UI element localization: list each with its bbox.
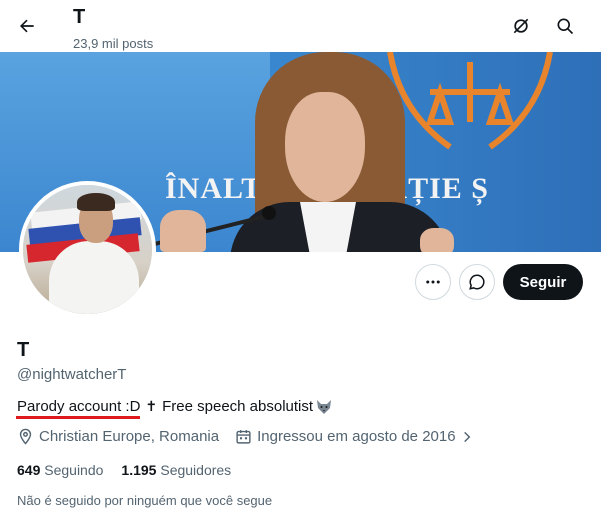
banner-microphone-head [262, 206, 276, 220]
banner-hand [160, 210, 206, 252]
followers-link[interactable]: 1.195 Seguidores [121, 462, 231, 478]
location-pin-icon [19, 428, 32, 445]
banner-hand-right [420, 228, 454, 252]
bio-free-speech-text: Free speech absolutist [162, 398, 314, 415]
following-link[interactable]: 649 Seguindo [17, 462, 103, 478]
bio: Parody account :D ✝ Free speech absoluti… [16, 398, 333, 419]
banner-person-collar [300, 202, 356, 252]
following-count: 649 [17, 462, 41, 478]
profile-meta: Christian Europe, Romania Ingressou em a… [17, 428, 495, 445]
chevron-right-icon[interactable] [460, 430, 474, 444]
join-date: Ingressou em agosto de 2016 [235, 428, 478, 445]
message-icon [469, 274, 485, 290]
username-handle: @nightwatcherT [17, 366, 127, 383]
search-icon [557, 18, 574, 35]
grok-icon [513, 18, 529, 34]
location-text: Christian Europe, Romania [39, 428, 220, 445]
search-button[interactable] [548, 9, 582, 43]
avatar-person-torso [49, 241, 139, 314]
back-button[interactable] [10, 9, 44, 43]
grok-button[interactable] [504, 9, 538, 43]
avatar[interactable] [19, 181, 156, 318]
page-title: T [73, 6, 86, 28]
cross-emoji: ✝ [145, 398, 158, 415]
wolf-emoji-icon [317, 399, 332, 414]
profile-header: T 23,9 mil posts [0, 0, 601, 52]
following-label: Seguindo [44, 462, 104, 478]
follow-stats: 649 Seguindo 1.195 Seguidores [17, 462, 249, 478]
not-followed-note: Não é seguido por ninguém que você segue [17, 493, 273, 508]
location: Christian Europe, Romania [17, 428, 219, 445]
bio-parody-text: Parody account :D [17, 398, 141, 415]
ellipsis-icon [426, 280, 440, 284]
red-underline-annotation [16, 416, 140, 419]
post-count: 23,9 mil posts [73, 36, 154, 51]
banner-person-face [285, 92, 365, 202]
followers-count: 1.195 [121, 462, 157, 478]
display-name: T [17, 339, 30, 361]
followers-label: Seguidores [160, 462, 232, 478]
message-button[interactable] [459, 264, 495, 300]
more-options-button[interactable] [415, 264, 451, 300]
calendar-icon [236, 430, 251, 444]
follow-button[interactable]: Seguir [503, 264, 583, 300]
join-date-text: Ingressou em agosto de 2016 [257, 428, 456, 445]
back-arrow-icon [20, 19, 34, 33]
avatar-person-hair [77, 193, 115, 211]
